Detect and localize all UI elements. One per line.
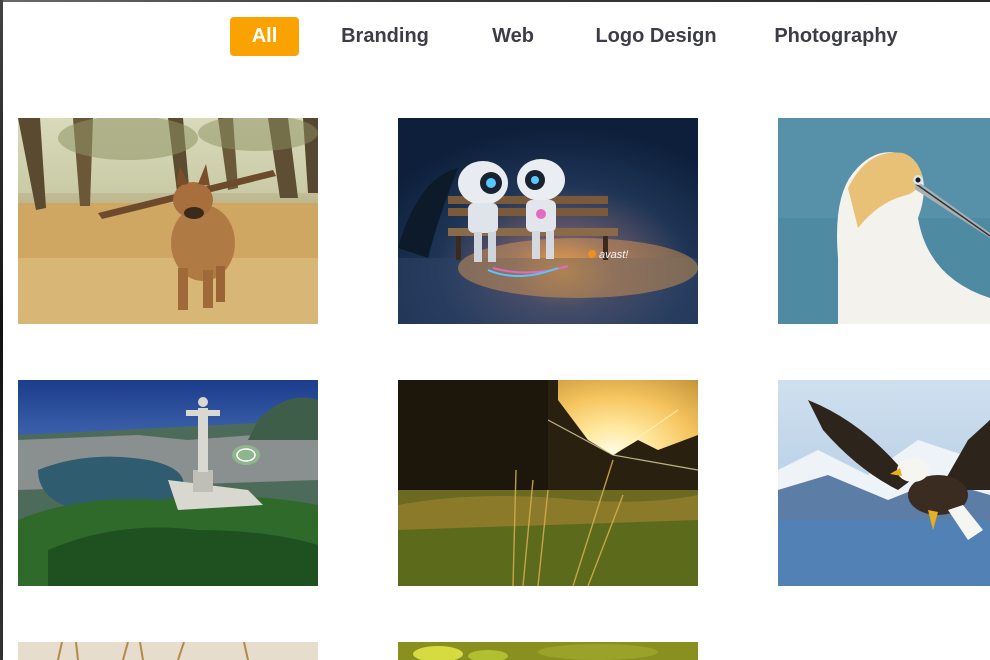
gallery-item-foliage-photo[interactable] <box>398 642 698 660</box>
grass-image <box>18 642 318 660</box>
gallery-item-eagle-photo[interactable] <box>778 380 990 586</box>
robots-image: avast! <box>398 118 698 324</box>
foliage-image <box>398 642 698 660</box>
gannet-image <box>778 118 990 324</box>
gallery-item-dog-photo[interactable] <box>18 118 318 324</box>
eagle-image <box>778 380 990 586</box>
gallery-item-gannet-photo[interactable] <box>778 118 990 324</box>
gallery-item-grass-photo[interactable] <box>18 642 318 660</box>
gallery-item-robots-photo[interactable]: avast! <box>398 118 698 324</box>
gallery-item-sunset-photo[interactable] <box>398 380 698 586</box>
rio-image <box>18 380 318 586</box>
portfolio-gallery: avast! <box>0 0 990 660</box>
gallery-item-rio-photo[interactable] <box>18 380 318 586</box>
avast-logo-text: avast! <box>599 249 628 261</box>
sunset-image <box>398 380 698 586</box>
dog-image <box>18 118 318 324</box>
